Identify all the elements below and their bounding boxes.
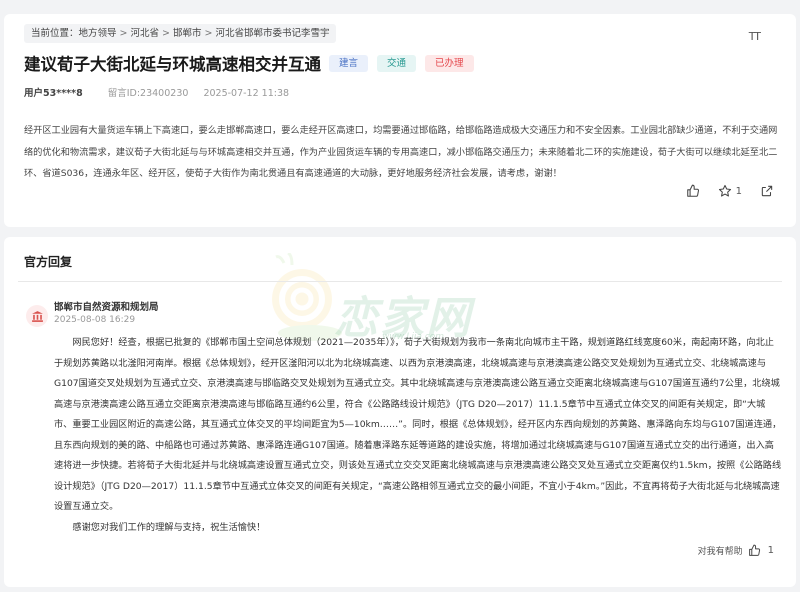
breadcrumb-separator: > [119,28,128,39]
font-size-toggle[interactable]: TT [748,30,761,43]
message-content: 经开区工业园有大量货运车辆上下高速口，要么走邯郸高速口，要么走经开区高速口，均需… [24,125,778,179]
star-icon [718,184,731,197]
breadcrumb-item-city[interactable]: 邯郸市 [173,28,202,39]
government-building-icon [31,310,43,322]
favorite-count: 1 [735,185,742,197]
thumbs-up-icon [748,544,760,556]
message-tags: 建言 交通 已办理 [329,55,474,72]
breadcrumb-item-province[interactable]: 河北省 [131,28,160,39]
organization-name: 邯郸市自然资源和规划局 [54,302,159,313]
reply-paragraph: 网民您好！经查，根据已批复的《邯郸市国土空间总体规划（2021—2035年）》，… [54,337,782,512]
message-id: 留言ID:23400230 [107,88,189,99]
like-button[interactable] [686,184,700,198]
message-actions: 1 [686,184,774,198]
tag-suggestion: 建言 [329,55,369,72]
message-title: 建议荀子大街北延与环城高速相交并互通 [24,55,321,74]
section-title: 官方回复 [24,255,73,269]
breadcrumb-prefix: 当前位置： [31,28,79,39]
share-icon [761,185,773,197]
breadcrumb-separator: > [204,28,213,39]
helpful-count: 1 [767,545,774,556]
reply-closing: 感谢您对我们工作的理解与支持，祝生活愉快！ [72,521,266,533]
breadcrumb-item-secretary[interactable]: 河北省邯郸市委书记李雪宇 [215,28,329,39]
share-button[interactable] [760,184,774,198]
organization-icon [26,305,48,327]
font-size-icon: TT [748,30,761,43]
official-reply-card: 恋家网 www.Ljia.com 官方回复 邯郸市自然资源和规划局 2025-0… [4,237,796,587]
message-meta: 用户53****8 留言ID:23400230 2025-07-12 11:38 [24,85,289,99]
breadcrumb: 当前位置：地方领导 > 河北省 > 邯郸市 > 河北省邯郸市委书记李雪宇 [24,24,337,43]
helpful-label: 对我有帮助 [697,547,743,557]
tag-status-done: 已办理 [425,55,474,72]
helpful-button[interactable]: 对我有帮助 1 [698,544,774,557]
tag-traffic: 交通 [377,55,417,72]
favorite-button[interactable]: 1 [718,184,742,198]
message-time: 2025-07-12 11:38 [203,88,290,99]
breadcrumb-item-leaders[interactable]: 地方领导 [79,28,117,39]
breadcrumb-separator: > [162,28,170,39]
reply-content: 网民您好！经查，根据已批复的《邯郸市国土空间总体规划（2021—2035年）》，… [54,333,782,538]
section-divider [18,281,782,282]
user-name: 用户53****8 [24,88,83,99]
reply-time: 2025-08-08 16:29 [54,315,136,325]
thumbs-up-icon [686,184,699,197]
message-card: 当前位置：地方领导 > 河北省 > 邯郸市 > 河北省邯郸市委书记李雪宇 TT 建议荀子大街… [4,14,796,227]
